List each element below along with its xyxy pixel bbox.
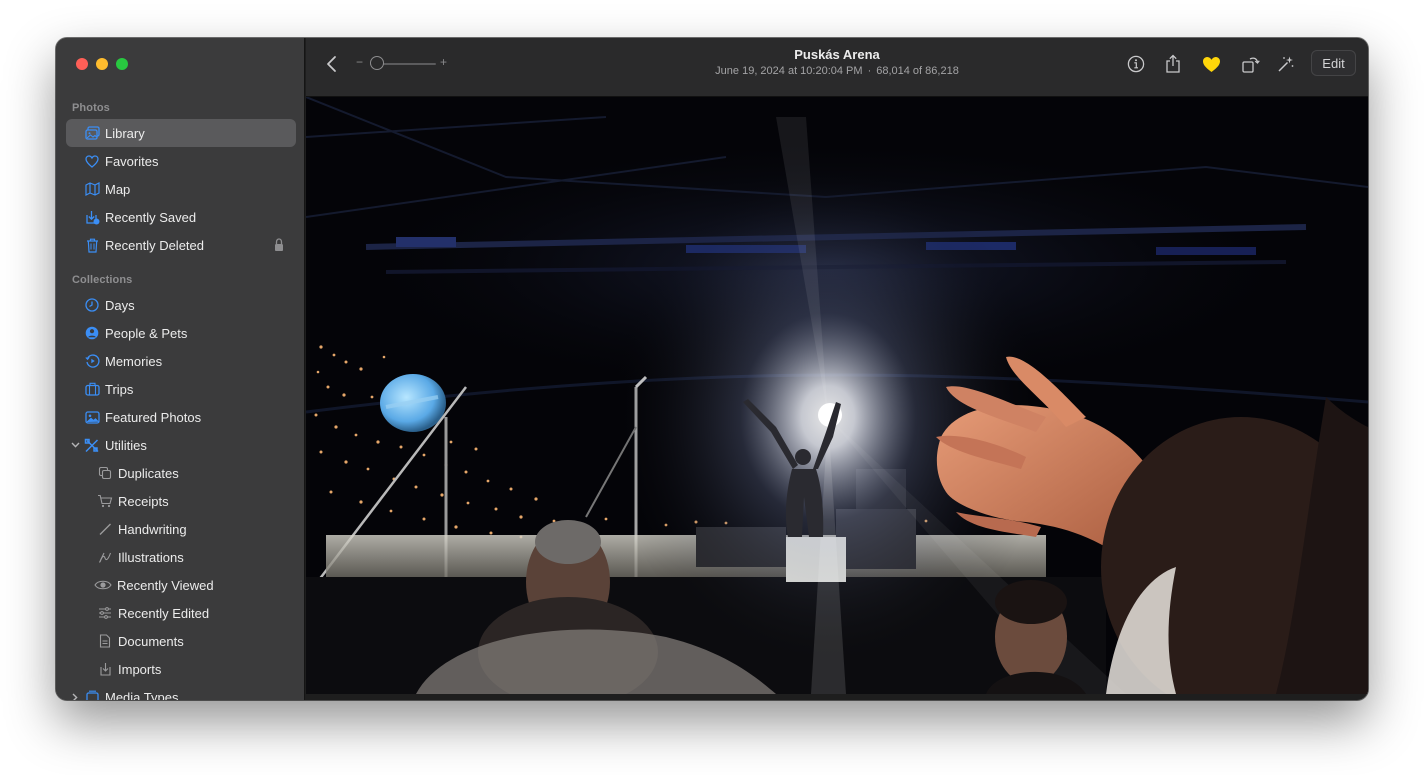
sidebar-item-recently-deleted[interactable]: Recently Deleted: [66, 231, 296, 259]
sidebar-item-label: Map: [105, 181, 131, 197]
sidebar-item-recently-saved[interactable]: Recently Saved: [66, 203, 296, 231]
library-icon: [84, 125, 100, 141]
photo-date: June 19, 2024 at 10:20:04 PM: [715, 65, 863, 77]
sidebar-item-label: Recently Saved: [105, 209, 197, 225]
eye-icon: [94, 577, 112, 593]
import-icon: [97, 661, 113, 677]
sidebar-item-documents[interactable]: Documents: [66, 627, 296, 655]
auto-enhance-button[interactable]: [1275, 53, 1297, 75]
lock-icon: [275, 238, 283, 251]
illustrations-icon: [97, 549, 113, 565]
sidebar-item-recently-edited[interactable]: Recently Edited: [66, 599, 296, 627]
sidebar-item-label: Memories: [105, 353, 163, 369]
sidebar-item-label: Duplicates: [118, 465, 179, 481]
chevron-right-icon[interactable]: [70, 691, 80, 700]
sidebar-item-label: Receipts: [118, 493, 169, 509]
photo-icon: [84, 409, 100, 425]
sidebar-item-media-types[interactable]: Media Types: [66, 683, 296, 700]
sidebar-item-label: Illustrations: [118, 549, 184, 565]
toolbar: − + Puskás Arena June 19, 2024 at 10:20:…: [306, 38, 1368, 97]
edit-button[interactable]: Edit: [1311, 50, 1356, 76]
sidebar-item-label: Recently Edited: [118, 605, 210, 621]
info-icon: [1127, 55, 1145, 73]
sidebar-item-label: Recently Deleted: [105, 237, 204, 253]
sidebar-item-label: Imports: [118, 661, 162, 677]
section-header-photos: Photos: [72, 102, 110, 114]
chevron-down-icon[interactable]: [70, 439, 80, 451]
sidebar-item-receipts[interactable]: Receipts: [66, 487, 296, 515]
sidebar-item-featured-photos[interactable]: Featured Photos: [66, 403, 296, 431]
magic-wand-icon: [1278, 56, 1294, 72]
rotate-icon: [1241, 56, 1260, 73]
map-icon: [84, 181, 100, 197]
photo-count: 68,014 of 86,218: [876, 65, 959, 77]
sidebar-item-label: Days: [105, 297, 135, 313]
sidebar-item-utilities[interactable]: Utilities: [66, 431, 296, 459]
sidebar-item-trips[interactable]: Trips: [66, 375, 296, 403]
sidebar-item-label: Favorites: [105, 153, 159, 169]
heart-icon: [1202, 56, 1220, 72]
trash-icon: [84, 237, 100, 253]
sidebar: Photos Library Favorites Map Recently Sa…: [56, 38, 305, 700]
traffic-lights: [76, 58, 128, 70]
memories-icon: [84, 353, 100, 369]
share-icon: [1166, 54, 1180, 73]
sidebar-item-label: People & Pets: [105, 325, 188, 341]
sidebar-item-map[interactable]: Map: [66, 175, 296, 203]
tools-icon: [84, 437, 100, 453]
sidebar-item-illustrations[interactable]: Illustrations: [66, 543, 296, 571]
rotate-button[interactable]: [1239, 53, 1261, 75]
cart-icon: [97, 493, 113, 509]
pencil-icon: [97, 521, 113, 537]
sidebar-item-memories[interactable]: Memories: [66, 347, 296, 375]
sidebar-item-label: Utilities: [105, 437, 147, 453]
sidebar-item-label: Library: [105, 125, 145, 141]
sidebar-item-days[interactable]: Days: [66, 291, 296, 319]
sidebar-item-favorites[interactable]: Favorites: [66, 147, 296, 175]
section-header-collections: Collections: [72, 274, 133, 286]
zoom-window-button[interactable]: [116, 58, 128, 70]
sliders-icon: [97, 605, 113, 621]
minimize-window-button[interactable]: [96, 58, 108, 70]
clock-icon: [84, 297, 100, 313]
close-window-button[interactable]: [76, 58, 88, 70]
sidebar-item-library[interactable]: Library: [66, 119, 296, 147]
suitcase-icon: [84, 381, 100, 397]
photo-viewer[interactable]: [306, 97, 1368, 694]
favorite-button[interactable]: [1200, 53, 1222, 75]
share-button[interactable]: [1162, 53, 1184, 75]
sidebar-item-people-pets[interactable]: People & Pets: [66, 319, 296, 347]
photos-window: Photos Library Favorites Map Recently Sa…: [56, 38, 1368, 700]
sidebar-item-handwriting[interactable]: Handwriting: [66, 515, 296, 543]
heart-icon: [84, 153, 100, 169]
sidebar-item-label: Media Types: [105, 689, 179, 701]
info-button[interactable]: [1125, 53, 1147, 75]
recently-saved-icon: [84, 209, 100, 225]
separator-dot: ·: [867, 65, 872, 77]
person-circle-icon: [84, 325, 100, 341]
duplicates-icon: [97, 465, 113, 481]
sidebar-item-duplicates[interactable]: Duplicates: [66, 459, 296, 487]
sidebar-item-recently-viewed[interactable]: Recently Viewed: [66, 571, 296, 599]
sidebar-item-label: Handwriting: [118, 521, 187, 537]
sidebar-item-label: Trips: [105, 381, 134, 397]
concert-photo: [306, 97, 1368, 694]
media-types-icon: [84, 689, 100, 700]
sidebar-item-label: Featured Photos: [105, 409, 202, 425]
sidebar-item-label: Recently Viewed: [117, 577, 214, 593]
sidebar-item-label: Documents: [118, 633, 184, 649]
sidebar-item-imports[interactable]: Imports: [66, 655, 296, 683]
document-icon: [97, 633, 113, 649]
